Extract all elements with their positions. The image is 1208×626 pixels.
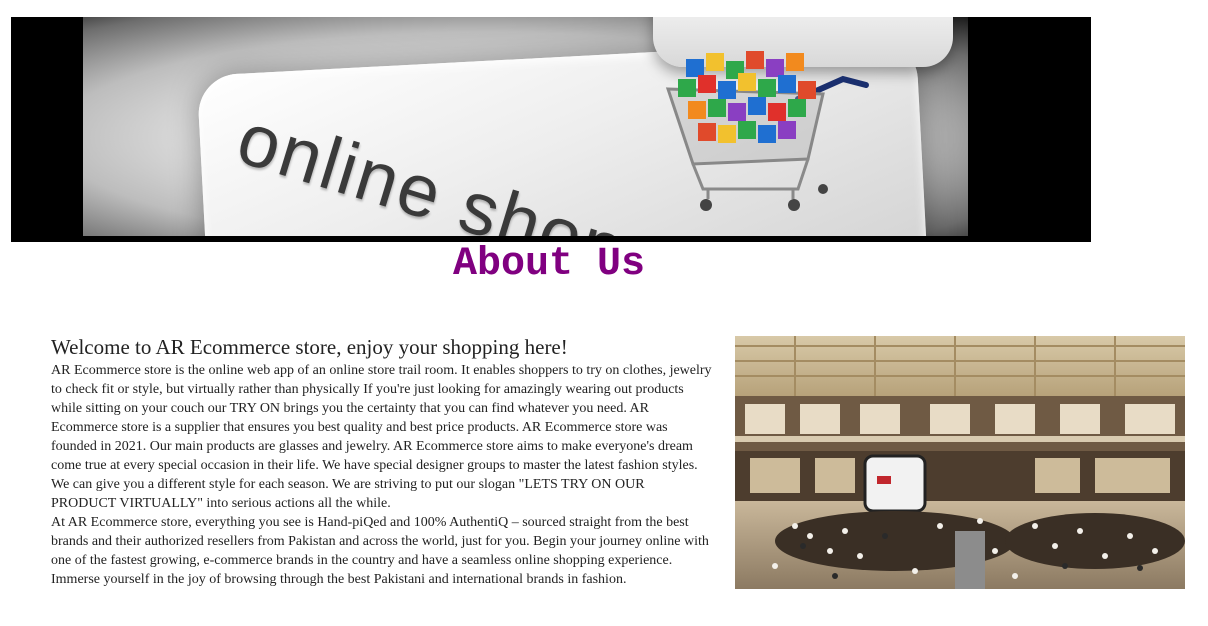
about-paragraph-1: AR Ecommerce store is the online web app… bbox=[51, 363, 712, 511]
about-paragraph-2: At AR Ecommerce store, everything you se… bbox=[51, 515, 709, 587]
shopping-cart-icon bbox=[665, 51, 869, 211]
mall-image bbox=[735, 336, 1185, 589]
page-title: About Us bbox=[452, 242, 646, 287]
hero-banner: online shop bbox=[11, 17, 1091, 242]
about-content: Welcome to AR Ecommerce store, enjoy you… bbox=[51, 334, 713, 589]
welcome-heading: Welcome to AR Ecommerce store, enjoy you… bbox=[51, 335, 568, 359]
mall-illustration bbox=[735, 336, 1185, 589]
banner-image: online shop bbox=[83, 17, 968, 236]
